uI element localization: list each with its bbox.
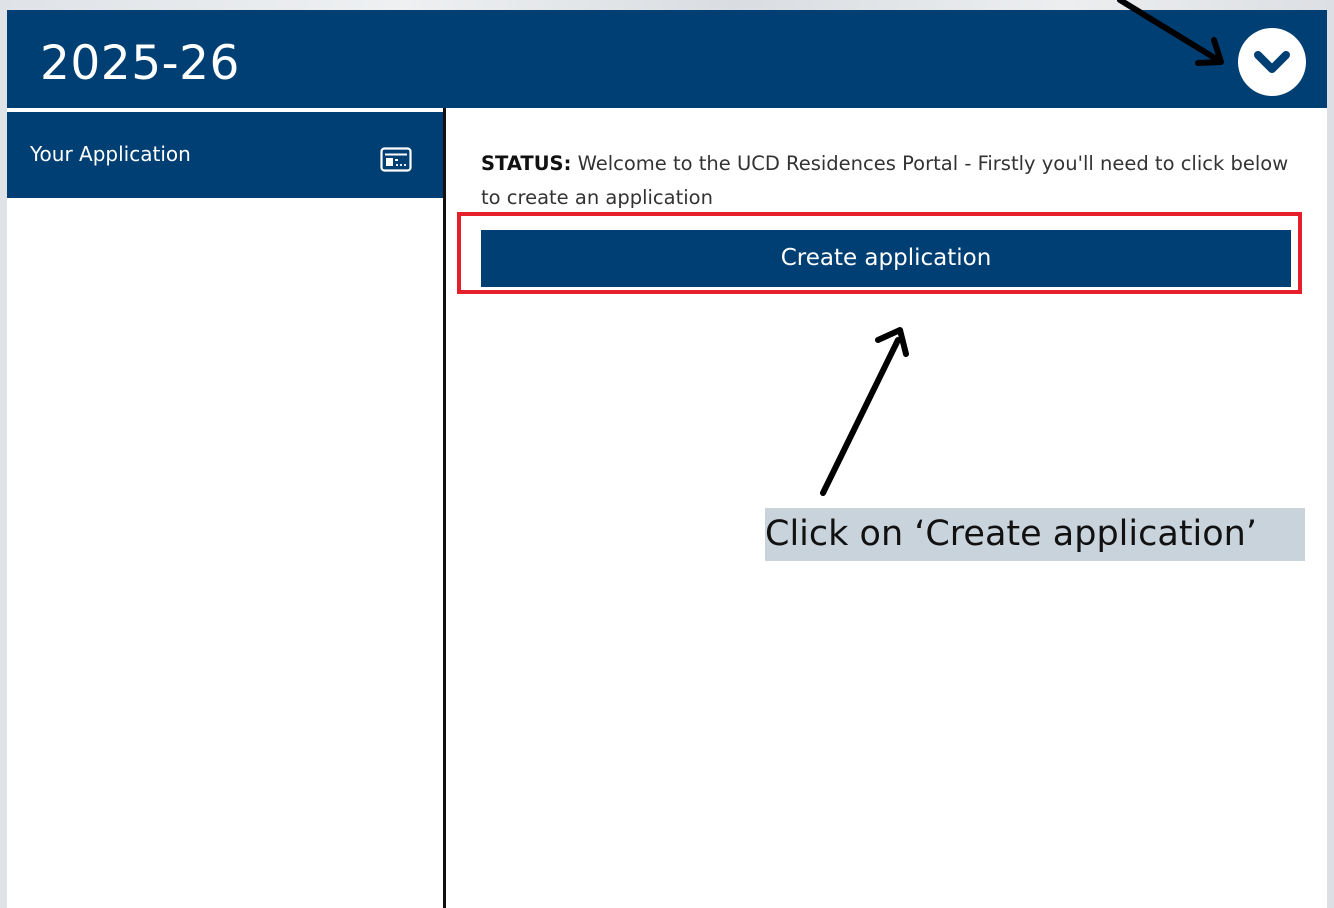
arrow-to-create-button — [820, 327, 909, 496]
arrow-to-expand-toggle — [1117, 0, 1224, 66]
instruction-callout: Click on ‘Create application’ — [765, 508, 1305, 561]
annotation-arrows — [820, 0, 1224, 496]
